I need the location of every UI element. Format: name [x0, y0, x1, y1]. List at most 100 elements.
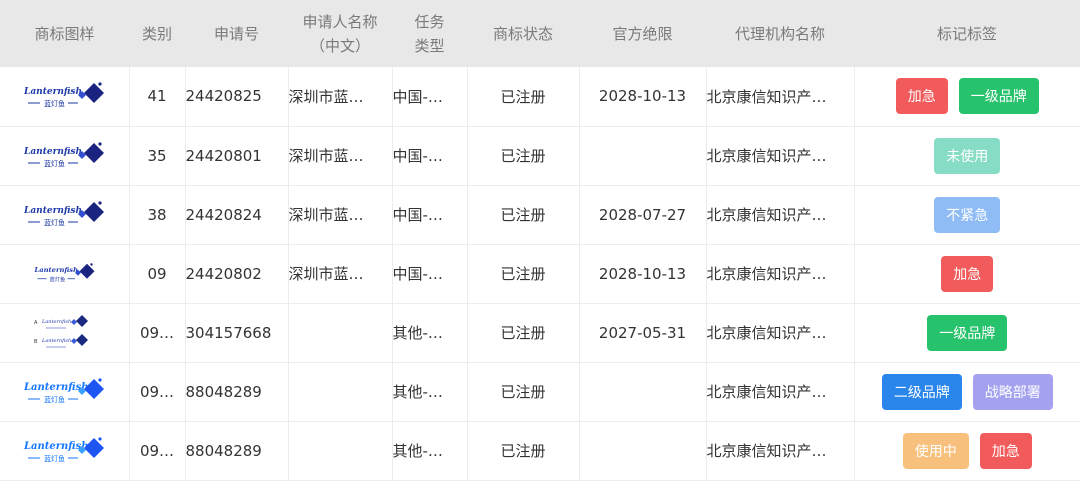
- header-agency[interactable]: 代理机构名称: [706, 0, 854, 67]
- logo-wordmark: Lanternfish: [41, 338, 71, 344]
- trademark-logo-image: Lanternfish 蓝灯鱼: [22, 141, 106, 171]
- logo-wordmark: Lanternfish: [23, 87, 82, 97]
- tag-group: 二级品牌战略部署: [855, 374, 1080, 410]
- logo-chinese-name: 蓝灯鱼: [44, 454, 65, 463]
- trademark-logo-image: Lanternfish蓝灯鱼: [22, 200, 106, 230]
- table-header-row: 商标图样类别申请号申请人名称（中文）任务类型商标状态官方绝限代理机构名称标记标签: [0, 0, 1080, 67]
- cell-tags: 加急一级品牌: [854, 67, 1080, 126]
- logo-wordmark: Lanternfish: [33, 266, 78, 274]
- logo-chinese-name: 蓝灯鱼: [44, 159, 65, 168]
- tag-badge[interactable]: 使用中: [903, 433, 969, 469]
- table-row[interactable]: Lanternfish蓝灯鱼0924420802深圳市蓝…中国-…已注册2028…: [0, 244, 1080, 303]
- logo-mark-letter: A: [34, 320, 38, 326]
- logo-wordmark: Lanternfish: [23, 206, 82, 216]
- table-row[interactable]: Lanternfish蓝灯鱼09…88048289其他-…已注册北京康信知识产……: [0, 421, 1080, 480]
- cell-deadline: [579, 421, 706, 480]
- cell-deadline: 2027-05-31: [579, 303, 706, 362]
- logo-chinese-name: 蓝灯鱼: [44, 99, 65, 108]
- cell-status: 已注册: [467, 303, 579, 362]
- tag-group: 不紧急: [855, 197, 1080, 233]
- cell-logo: Lanternfish 蓝灯鱼: [0, 126, 129, 185]
- tag-group: 未使用: [855, 138, 1080, 174]
- cell-deadline: 2028-07-27: [579, 185, 706, 244]
- tag-group: 加急一级品牌: [855, 78, 1080, 114]
- cell-task-type: 其他-…: [392, 421, 467, 480]
- tag-badge[interactable]: 加急: [896, 78, 948, 114]
- cell-tags: 不紧急: [854, 185, 1080, 244]
- logo-wordmark: Lanternfish: [41, 319, 71, 325]
- cell-app-no: 88048289: [185, 421, 288, 480]
- cell-applicant: 深圳市蓝…: [288, 67, 392, 126]
- cell-applicant: 深圳市蓝…: [288, 126, 392, 185]
- table-row[interactable]: ALanternfishBLanternfish09…304157668其他-……: [0, 303, 1080, 362]
- cell-agency: 北京康信知识产…: [706, 185, 854, 244]
- cell-applicant: [288, 303, 392, 362]
- header-logo[interactable]: 商标图样: [0, 0, 129, 67]
- header-tags[interactable]: 标记标签: [854, 0, 1080, 67]
- cell-task-type: 中国-…: [392, 185, 467, 244]
- tag-badge[interactable]: 战略部署: [973, 374, 1053, 410]
- cell-applicant: 深圳市蓝…: [288, 185, 392, 244]
- table-row[interactable]: Lanternfish蓝灯鱼 09…88048289 其他-…已注册 北京康信知识产……: [0, 362, 1080, 421]
- cell-app-no: 88048289: [185, 362, 288, 421]
- cell-deadline: [579, 126, 706, 185]
- cell-app-no: 24420801: [185, 126, 288, 185]
- cell-tags: 未使用: [854, 126, 1080, 185]
- cell-deadline: 2028-10-13: [579, 244, 706, 303]
- cell-status: 已注册: [467, 362, 579, 421]
- tag-badge[interactable]: 二级品牌: [882, 374, 962, 410]
- cell-task-type: 中国-…: [392, 67, 467, 126]
- cell-logo: Lanternfish蓝灯鱼: [0, 362, 129, 421]
- logo-mark-letter: B: [34, 339, 38, 345]
- cell-app-no: 24420802: [185, 244, 288, 303]
- header-task-type[interactable]: 任务类型: [392, 0, 467, 67]
- tag-badge[interactable]: 不紧急: [934, 197, 1000, 233]
- cell-status: 已注册: [467, 67, 579, 126]
- cell-agency: 北京康信知识产…: [706, 67, 854, 126]
- trademark-logo-image: Lanternfish蓝灯鱼: [22, 377, 106, 407]
- cell-tags: 使用中加急: [854, 421, 1080, 480]
- cell-category: 38: [129, 185, 185, 244]
- cell-task-type: 中国-…: [392, 126, 467, 185]
- tag-badge[interactable]: 一级品牌: [927, 315, 1007, 351]
- cell-agency: 北京康信知识产…: [706, 303, 854, 362]
- trademark-logo-image: Lanternfish 蓝灯鱼: [22, 81, 106, 111]
- tag-badge[interactable]: 加急: [941, 256, 993, 292]
- cell-category: 09…: [129, 421, 185, 480]
- cell-status: 已注册: [467, 185, 579, 244]
- cell-status: 已注册: [467, 126, 579, 185]
- cell-agency: 北京康信知识产…: [706, 362, 854, 421]
- cell-category: 09: [129, 244, 185, 303]
- cell-deadline: 2028-10-13: [579, 67, 706, 126]
- cell-app-no: 24420825: [185, 67, 288, 126]
- tag-badge[interactable]: 加急: [980, 433, 1032, 469]
- cell-applicant: [288, 362, 392, 421]
- trademark-logo-image: ALanternfishBLanternfish: [32, 313, 96, 353]
- cell-applicant: 深圳市蓝…: [288, 244, 392, 303]
- tag-badge[interactable]: 一级品牌: [959, 78, 1039, 114]
- cell-status: 已注册: [467, 244, 579, 303]
- tag-group: 使用中加急: [855, 433, 1080, 469]
- trademark-logo-image: Lanternfish蓝灯鱼: [22, 436, 106, 466]
- table-row[interactable]: Lanternfish蓝灯鱼 3824420824深圳市蓝…中国-…已注册2028…: [0, 185, 1080, 244]
- tag-group: 一级品牌: [855, 315, 1080, 351]
- cell-category: 09…: [129, 362, 185, 421]
- cell-task-type: 其他-…: [392, 362, 467, 421]
- cell-app-no: 24420824: [185, 185, 288, 244]
- header-deadline[interactable]: 官方绝限: [579, 0, 706, 67]
- header-category[interactable]: 类别: [129, 0, 185, 67]
- table-row[interactable]: Lanternfish蓝灯鱼3524420801深圳市蓝…中国-…已注册北京康信…: [0, 126, 1080, 185]
- logo-chinese-name: 蓝灯鱼: [49, 275, 65, 283]
- header-status[interactable]: 商标状态: [467, 0, 579, 67]
- cell-logo: ALanternfishBLanternfish: [0, 303, 129, 362]
- cell-deadline: [579, 362, 706, 421]
- tag-badge[interactable]: 未使用: [934, 138, 1000, 174]
- table-body: Lanternfish蓝灯鱼4124420825深圳市蓝…中国-…已注册2028…: [0, 67, 1080, 480]
- header-applicant[interactable]: 申请人名称（中文）: [288, 0, 392, 67]
- logo-wordmark: Lanternfish: [23, 147, 82, 157]
- header-app-no[interactable]: 申请号: [185, 0, 288, 67]
- cell-task-type: 其他-…: [392, 303, 467, 362]
- cell-app-no: 304157668: [185, 303, 288, 362]
- cell-agency: 北京康信知识产…: [706, 244, 854, 303]
- table-row[interactable]: Lanternfish蓝灯鱼4124420825深圳市蓝…中国-…已注册2028…: [0, 67, 1080, 126]
